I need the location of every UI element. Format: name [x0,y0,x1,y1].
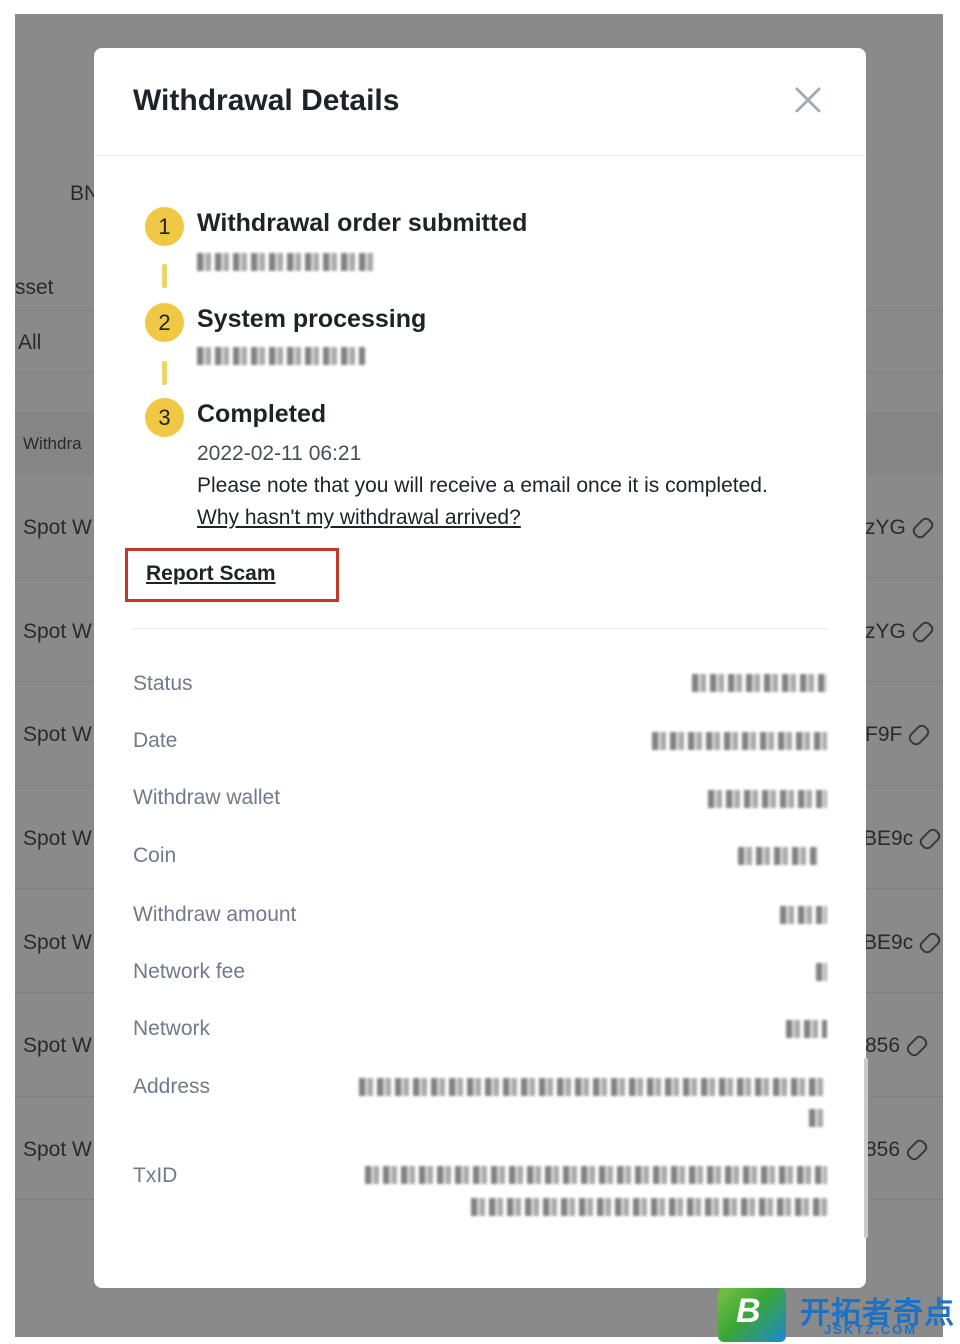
bg-row-type: Spot W [23,620,92,643]
step-connector [162,264,167,288]
link-icon [904,1033,930,1060]
link-icon [906,722,933,749]
bg-row-type: Spot W [23,827,92,850]
step-title: Withdrawal order submitted [197,209,528,237]
fee-value-redacted [816,963,827,981]
bg-row-hash[interactable]: zYG [865,619,936,646]
bg-row-type: Spot W [23,723,92,746]
brand-name-en: JSKTZ.COM [824,1322,918,1337]
link-icon [917,930,943,957]
withdraw-amount-label: Withdraw amount [133,903,297,926]
close-button[interactable] [792,84,824,116]
address-label: Address [133,1075,211,1098]
completion-note: Please note that you will receive a emai… [197,474,768,497]
bg-row-hash[interactable]: 856 [865,1033,930,1060]
bg-row-type: Spot W [23,931,92,954]
step-number: 3 [145,398,184,437]
watermark: B 开拓者奇点 JSKTZ.COM [718,1284,954,1342]
bg-row-hash[interactable]: F9F [865,722,933,749]
status-value-redacted [692,674,827,692]
coin-label: Coin [133,844,177,867]
txid-value-redacted [365,1166,827,1184]
network-value-redacted [786,1020,827,1038]
link-icon [917,826,943,853]
modal-header: Withdrawal Details [94,48,866,156]
bg-asset-filter[interactable]: All [18,331,41,355]
divider [132,628,828,629]
step-number: 2 [145,303,184,342]
modal-scrollbar[interactable] [864,1058,868,1238]
bg-asset-label: sset [15,276,54,299]
bg-row-hash[interactable]: zYG [865,515,936,542]
withdraw-wallet-label: Withdraw wallet [133,786,281,809]
withdrawal-details-modal: Withdrawal Details 1 Withdrawal order su… [94,48,868,1288]
link-icon [904,1137,930,1164]
step-connector [162,361,167,385]
wallet-value-redacted [708,790,827,808]
network-fee-label: Network fee [133,960,246,983]
bg-row-hash[interactable]: 856 [865,1137,930,1164]
step-title: Completed [197,400,327,428]
link-icon [910,515,936,542]
bg-row-type: Spot W [23,516,92,539]
close-icon [795,87,821,113]
step-title: System processing [197,305,427,333]
address-value-redacted [359,1078,827,1096]
date-label: Date [133,729,178,752]
status-label: Status [133,672,193,695]
completed-date: 2022-02-11 06:21 [197,442,362,465]
bg-row-type: Spot W [23,1034,92,1057]
step-2-date-redacted [197,347,365,365]
network-label: Network [133,1017,211,1040]
step-number: 1 [145,207,184,246]
txid-label: TxID [133,1164,178,1187]
link-icon [910,619,936,646]
date-value-redacted [652,732,827,750]
bg-table-header: Withdra [23,434,82,453]
bg-row-hash[interactable]: BE9c [863,826,943,853]
withdrawal-not-arrived-link[interactable]: Why hasn't my withdrawal arrived? [197,506,521,530]
modal-title: Withdrawal Details [133,84,400,117]
address-value-redacted [809,1109,827,1127]
amount-value-redacted [780,906,827,924]
txid-value-redacted [471,1198,827,1216]
coin-value-redacted [738,847,818,865]
brand-logo-icon: B [718,1288,786,1342]
step-1-date-redacted [197,253,373,271]
bg-row-hash[interactable]: BE9c [863,930,943,957]
bg-row-type: Spot W [23,1138,92,1161]
report-scam-link[interactable]: Report Scam [146,562,276,586]
